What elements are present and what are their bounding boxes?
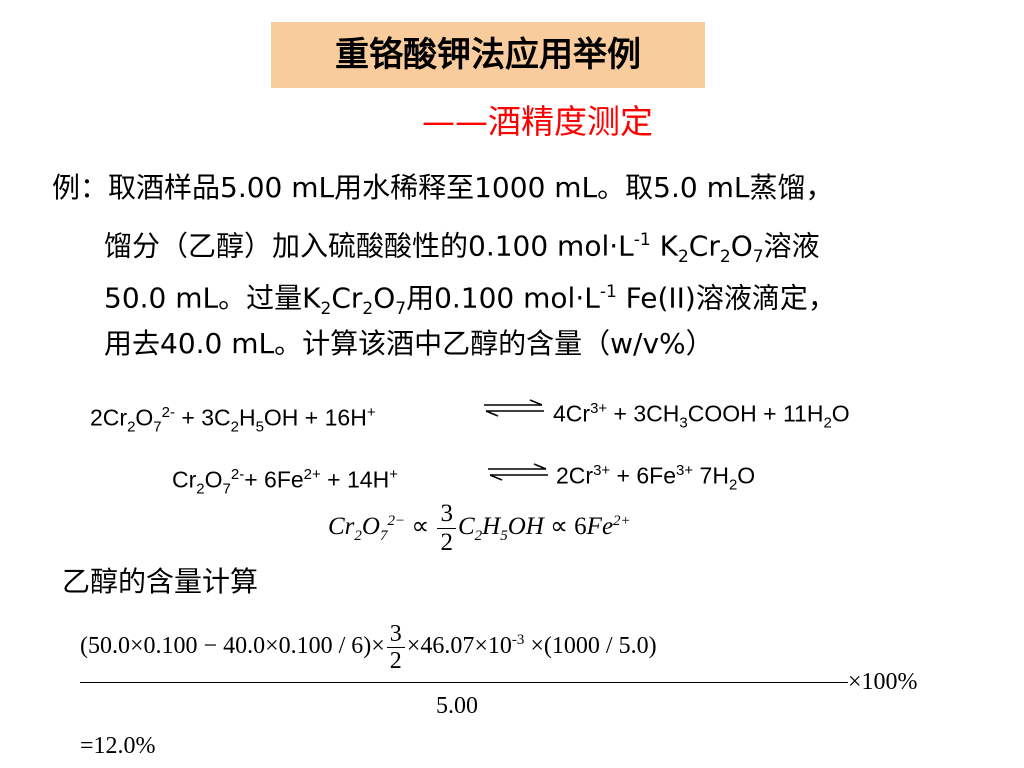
times-100-percent: ×100% bbox=[848, 669, 918, 695]
ratio-fraction: 32 bbox=[437, 500, 456, 557]
equation-1-products: 4Cr3+ + 3CH3COOH + 11H2O bbox=[553, 400, 850, 432]
problem-line-1: 例：取酒样品5.00 mL用水稀释至1000 mL。取5.0 mL蒸馏， bbox=[52, 171, 834, 204]
calc-fraction: 32 bbox=[386, 621, 405, 674]
calculation-numerator: (50.0×0.100 − 40.0×0.100 / 6)× 3 2 ×46.07×1… bbox=[80, 620, 657, 674]
equation-2-reactants: Cr2O72-+ 6Fe2+ + 14H+ bbox=[172, 466, 398, 498]
calculation-result: =12.0% bbox=[80, 733, 156, 759]
equilibrium-arrow-icon bbox=[484, 399, 544, 417]
stoichiometric-ratio: Cr2O72− ∝ 3 2 C2H5OH ∝ 6Fe2+ bbox=[328, 500, 631, 557]
problem-line-4: 用去40.0 mL。计算该酒中乙醇的含量（w/v%） bbox=[104, 327, 714, 360]
equilibrium-arrow-icon bbox=[488, 463, 548, 481]
page-title: 重铬酸钾法应用举例 bbox=[335, 35, 641, 75]
calculation-heading: 乙醇的含量计算 bbox=[62, 565, 259, 598]
fraction-bar bbox=[80, 682, 848, 683]
equation-1-reactants: 2Cr2O72- + 3C2H5OH + 16H+ bbox=[90, 404, 376, 436]
page-subtitle: ——酒精度测定 bbox=[422, 102, 653, 141]
calculation-denominator: 5.00 bbox=[436, 693, 478, 719]
equation-2-products: 2Cr3+ + 6Fe3+ 7H2O bbox=[556, 462, 756, 494]
